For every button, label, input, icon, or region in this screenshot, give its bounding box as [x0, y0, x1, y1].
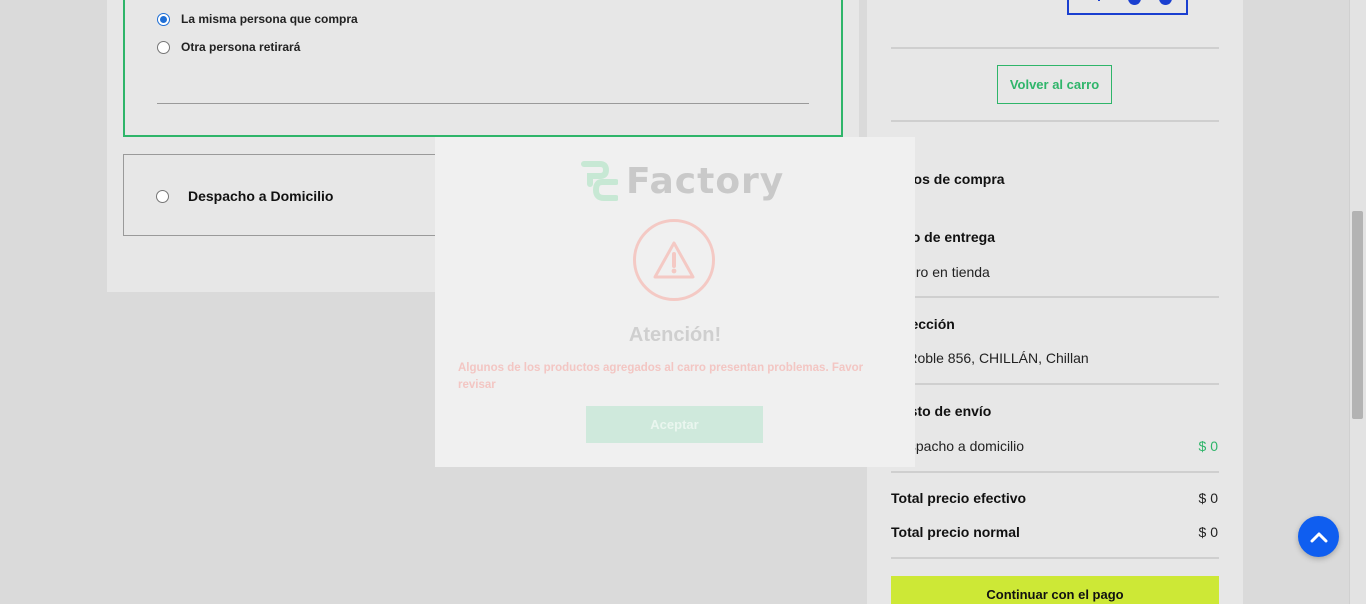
modal-title: Atención!: [628, 324, 722, 346]
total-normal-label: Total precio normal: [891, 524, 1020, 540]
pickup-option-same-person[interactable]: La misma persona que compra: [157, 12, 358, 26]
minus-icon[interactable]: [1098, 0, 1100, 1]
total-normal-value: $ 0: [1198, 524, 1218, 540]
accept-button[interactable]: Aceptar: [586, 406, 763, 443]
stepper-dot-icon: [1159, 0, 1172, 5]
pickup-option-label: Otra persona retirará: [181, 40, 301, 54]
shipping-cost-value: $ 0: [1198, 438, 1218, 454]
total-cash-value: $ 0: [1198, 490, 1218, 506]
summary-divider: [891, 383, 1219, 385]
radio-other-person[interactable]: [157, 40, 170, 54]
summary-divider: [891, 47, 1219, 49]
pickup-divider: [157, 103, 809, 104]
pickup-option-label: La misma persona que compra: [181, 12, 358, 26]
summary-divider: [891, 557, 1219, 559]
radio-same-person[interactable]: [157, 12, 170, 26]
radio-home-delivery[interactable]: [156, 189, 169, 203]
brand-logo: Factory: [578, 160, 784, 202]
summary-divider: [891, 296, 1219, 298]
warning-icon: [633, 219, 715, 301]
brand-name: Factory: [626, 160, 785, 202]
home-delivery-label: Despacho a Domicilio: [188, 188, 334, 204]
summary-divider: [891, 471, 1219, 473]
modal-message: Algunos de los productos agregados al ca…: [458, 362, 864, 391]
scrollbar-thumb[interactable]: [1352, 211, 1363, 419]
address-value: El Roble 856, CHILLÁN, Chillan: [891, 350, 1089, 366]
summary-divider: [891, 120, 1219, 122]
total-cash-label: Total precio efectivo: [891, 490, 1027, 506]
home-delivery-option[interactable]: Despacho a Domicilio: [156, 188, 333, 204]
chevron-up-icon: [1310, 532, 1327, 542]
pickup-option-other-person[interactable]: Otra persona retirará: [157, 40, 300, 54]
scroll-to-top-button[interactable]: [1298, 516, 1339, 557]
stepper-dot-icon: [1128, 0, 1141, 5]
back-to-cart-button[interactable]: Volver al carro: [997, 65, 1112, 104]
continue-to-payment-button[interactable]: Continuar con el pago: [891, 576, 1219, 604]
quantity-stepper[interactable]: [1067, 0, 1188, 15]
factory-logo-icon: [581, 161, 618, 201]
